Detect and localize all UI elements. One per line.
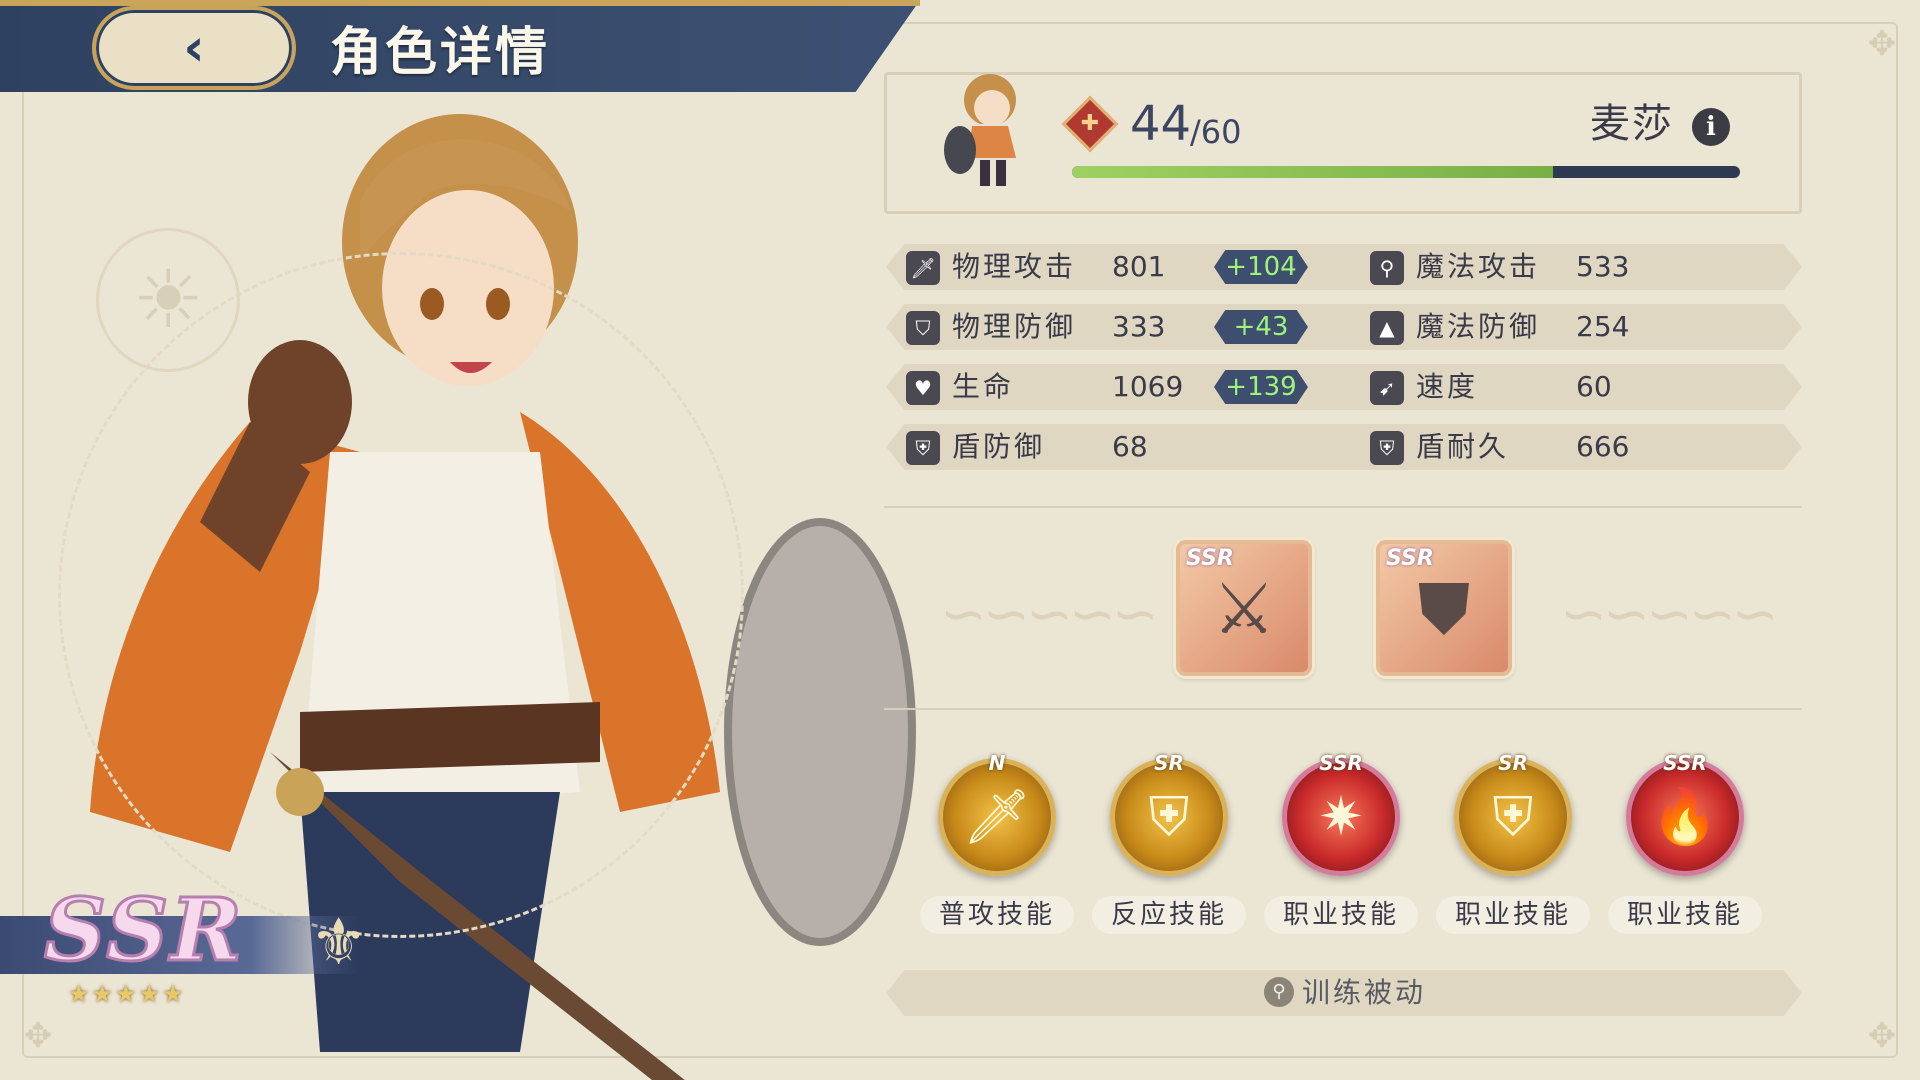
shield-plus-icon: ⛨ xyxy=(1370,431,1404,465)
stat-value-phys-atk: 801 xyxy=(1112,250,1166,283)
stat-label-shield-dur: 盾耐久 xyxy=(1416,430,1510,463)
stat-value-hp: 1069 xyxy=(1112,370,1184,403)
sun-emblem-icon: ☀ xyxy=(96,228,240,372)
corner-ornament-icon: ✥ xyxy=(1867,24,1897,64)
fleur-de-lis-icon: ⚜ xyxy=(310,906,368,980)
stat-value-mag-def: 254 xyxy=(1576,310,1630,343)
stat-label-phys-atk: 物理攻击 xyxy=(952,250,1077,283)
training-passive-button[interactable]: ⚲ 训练被动 xyxy=(886,970,1802,1016)
impact-burst-icon: ✷ xyxy=(1318,785,1364,848)
stat-value-shield-def: 68 xyxy=(1112,430,1148,463)
rarity-badge: SSR ★★★★★ ⚜ xyxy=(0,879,400,1008)
hat-icon: ▲ xyxy=(1370,311,1404,345)
info-icon[interactable]: i xyxy=(1692,108,1730,146)
chibi-avatar[interactable] xyxy=(938,66,1036,194)
level-value: 44 xyxy=(1130,96,1192,152)
star-rating: ★★★★★ xyxy=(68,980,186,1008)
level-cross-icon: ✚ xyxy=(1080,111,1100,136)
training-passive-label: 训练被动 xyxy=(1302,976,1427,1009)
dagger-slash-icon: 🗡 xyxy=(962,785,1032,848)
stat-label-hp: 生命 xyxy=(952,370,1015,403)
stat-label-speed: 速度 xyxy=(1416,370,1479,403)
exp-progress-bar xyxy=(1072,166,1740,178)
stat-bonus-phys-atk: +104 xyxy=(1214,250,1308,284)
stat-row xyxy=(886,364,1802,410)
search-icon: ⚲ xyxy=(1264,977,1294,1007)
skill-label: 职业技能 xyxy=(1436,896,1590,934)
skill-class-1[interactable]: SSR ✷ xyxy=(1282,751,1400,876)
stat-label-shield-def: 盾防御 xyxy=(952,430,1046,463)
skill-rarity: SSR xyxy=(1319,751,1363,775)
shield-plus-icon: ⛨ xyxy=(906,431,940,465)
flourish-left-icon: ∽∽∽∽∽ xyxy=(940,582,1159,647)
stat-label-mag-def: 魔法防御 xyxy=(1416,310,1541,343)
skill-class-3[interactable]: SSR 🔥 xyxy=(1626,751,1744,876)
shield-emblem-icon: ⛨ xyxy=(1148,785,1190,848)
shield-icon: ⛉ xyxy=(906,311,940,345)
skill-label: 反应技能 xyxy=(1092,896,1246,934)
shield-item-icon: ⛊ xyxy=(1417,568,1471,650)
heart-icon: ♥ xyxy=(906,371,940,405)
boot-icon: ➹ xyxy=(1370,371,1404,405)
skill-label: 职业技能 xyxy=(1608,896,1762,934)
sword-item-icon: ⚔ xyxy=(1212,568,1276,650)
sword-icon: 🗡 xyxy=(906,251,940,285)
skill-label: 职业技能 xyxy=(1264,896,1418,934)
shield-emblem-icon: ⛨ xyxy=(1492,785,1534,848)
skill-reaction[interactable]: SR ⛨ xyxy=(1110,751,1228,876)
page-title: 角色详情 xyxy=(330,23,551,83)
exp-progress-fill xyxy=(1072,166,1553,178)
skill-rarity: SR xyxy=(1154,751,1184,775)
stat-value-speed: 60 xyxy=(1576,370,1612,403)
back-button[interactable]: ‹ xyxy=(92,6,296,90)
level-max: /60 xyxy=(1190,113,1242,151)
rarity-text: SSR xyxy=(43,879,244,983)
skill-normal-attack[interactable]: N 🗡 xyxy=(938,751,1056,876)
skill-rarity: SR xyxy=(1498,751,1528,775)
stat-bonus-phys-def: +43 xyxy=(1214,310,1308,344)
skill-rarity: SSR xyxy=(1663,751,1707,775)
skill-rarity: N xyxy=(988,751,1006,775)
skill-label: 普攻技能 xyxy=(920,896,1074,934)
section-divider xyxy=(884,506,1802,508)
staff-icon: ⚲ xyxy=(1370,251,1404,285)
stat-value-phys-def: 333 xyxy=(1112,310,1166,343)
equipment-slot-shield[interactable]: SSR ⛊ xyxy=(1376,540,1512,676)
back-arrow-icon: ‹ xyxy=(183,18,205,78)
character-name: 麦莎 xyxy=(1590,101,1674,147)
stat-label-phys-def: 物理防御 xyxy=(952,310,1077,343)
stat-value-shield-dur: 666 xyxy=(1576,430,1630,463)
corner-ornament-icon: ✥ xyxy=(1867,1016,1897,1056)
skill-class-2[interactable]: SR ⛨ xyxy=(1454,751,1572,876)
equipment-slot-weapon[interactable]: SSR ⚔ xyxy=(1176,540,1312,676)
stat-bonus-hp: +139 xyxy=(1214,370,1308,404)
flourish-right-icon: ∽∽∽∽∽ xyxy=(1560,582,1779,647)
stat-label-mag-atk: 魔法攻击 xyxy=(1416,250,1541,283)
section-divider xyxy=(884,708,1802,710)
stat-value-mag-atk: 533 xyxy=(1576,250,1630,283)
flame-icon: 🔥 xyxy=(1651,785,1719,848)
